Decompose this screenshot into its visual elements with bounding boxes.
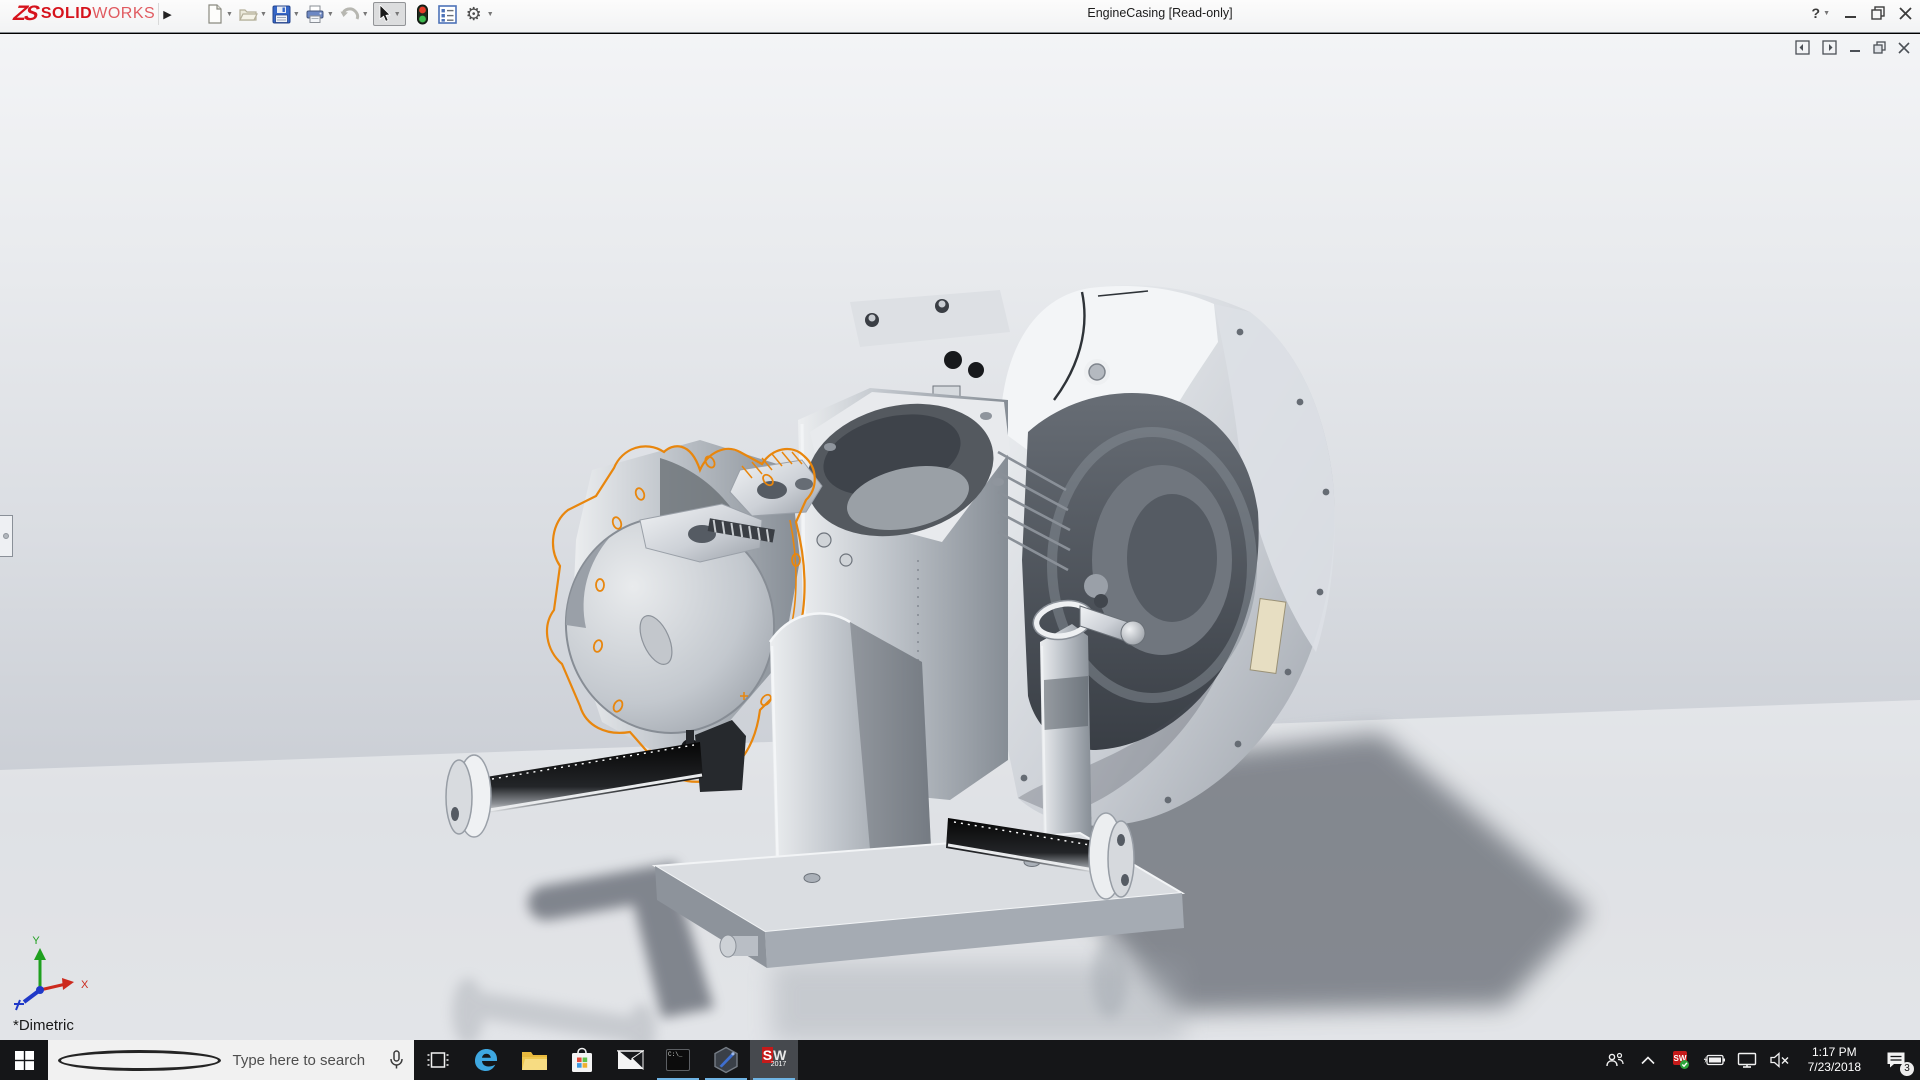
close-icon	[1899, 7, 1912, 20]
taskbar-search-box[interactable]: Type here to search	[48, 1040, 414, 1080]
dropdown-caret-icon[interactable]: ▼	[487, 11, 494, 18]
notification-badge: 3	[1900, 1062, 1914, 1076]
start-button[interactable]	[0, 1040, 48, 1080]
scroll-left-button[interactable]	[1795, 40, 1810, 55]
dropdown-caret-icon[interactable]: ▼	[394, 11, 401, 18]
hexagon-app-icon	[713, 1046, 739, 1074]
featuremanager-collapse-tab[interactable]	[0, 515, 13, 557]
open-button[interactable]: ▼	[237, 2, 268, 26]
dropdown-caret-icon[interactable]: ▼	[362, 11, 369, 18]
doc-minimize-button[interactable]	[1849, 42, 1861, 54]
undo-button[interactable]: ▼	[338, 3, 370, 25]
clock-date: 7/23/2018	[1808, 1060, 1861, 1075]
dropdown-caret-icon[interactable]: ▼	[226, 11, 233, 18]
people-icon[interactable]	[1602, 1040, 1628, 1080]
rebuild-button[interactable]	[415, 2, 430, 27]
restore-button[interactable]	[1871, 6, 1885, 20]
close-button[interactable]	[1899, 7, 1912, 20]
doc-close-button[interactable]	[1898, 42, 1910, 54]
taskbar-app-store[interactable]	[558, 1040, 606, 1080]
edge-icon	[473, 1047, 499, 1073]
doc-restore-button[interactable]	[1873, 41, 1886, 54]
minimize-icon	[1844, 7, 1857, 20]
store-icon	[570, 1047, 594, 1073]
taskbar-app-solidworks[interactable]: SW 2017	[750, 1040, 798, 1080]
file-explorer-icon	[521, 1049, 548, 1071]
tab-grip-dot	[3, 533, 9, 539]
microphone-icon[interactable]	[389, 1050, 404, 1070]
clock-time: 1:17 PM	[1808, 1045, 1861, 1060]
solidworks-logo: ZS SOLID WORKS	[14, 2, 155, 26]
windows-logo-icon	[15, 1051, 34, 1070]
floppy-icon	[272, 5, 291, 24]
tray-chevron-up-icon[interactable]	[1635, 1040, 1661, 1080]
model-canvas[interactable]: Y X	[0, 34, 1920, 1040]
dropdown-caret-icon[interactable]: ▼	[260, 11, 267, 18]
battery-icon[interactable]	[1701, 1040, 1727, 1080]
restore-icon	[1871, 6, 1885, 20]
title-bar: ZS SOLID WORKS ▶ ▼ ▼ ▼	[0, 0, 1920, 33]
taskbar-app-hexagon[interactable]	[702, 1040, 750, 1080]
solidworks-resource-monitor-icon[interactable]: SW	[1668, 1040, 1694, 1080]
print-button[interactable]: ▼	[304, 3, 335, 26]
cursor-icon	[378, 5, 392, 23]
options-button[interactable]: ⚙ ▼	[465, 3, 495, 25]
volume-muted-icon[interactable]	[1767, 1040, 1793, 1080]
windows-taskbar: Type here to search	[0, 1040, 1920, 1080]
task-view-button[interactable]	[414, 1040, 462, 1080]
action-center-button[interactable]: 3	[1876, 1040, 1916, 1080]
brand-solid: SOLID	[41, 5, 92, 23]
file-properties-button[interactable]	[437, 3, 458, 26]
taskbar-app-mail[interactable]	[606, 1040, 654, 1080]
taskbar-app-edge[interactable]	[462, 1040, 510, 1080]
printer-icon	[305, 5, 325, 24]
brand-works: WORKS	[92, 5, 155, 23]
minimize-button[interactable]	[1844, 7, 1857, 20]
solidworks-2017-icon: SW 2017	[762, 1050, 787, 1070]
taskbar-app-command-prompt[interactable]: C:\_	[654, 1040, 702, 1080]
dropdown-caret-icon[interactable]: ▼	[1823, 10, 1830, 17]
ds-logo-mark: ZS	[11, 2, 39, 26]
dropdown-caret-icon[interactable]: ▼	[293, 11, 300, 18]
cortana-icon	[58, 1050, 221, 1071]
undo-arrow-icon	[339, 5, 360, 23]
network-icon[interactable]	[1734, 1040, 1760, 1080]
window-title: EngineCasing [Read-only]	[530, 0, 1790, 27]
folder-icon	[238, 4, 258, 24]
search-placeholder: Type here to search	[233, 1052, 390, 1069]
taskbar-clock[interactable]: 1:17 PM 7/23/2018	[1800, 1045, 1869, 1075]
help-icon: ?	[1812, 5, 1821, 21]
task-view-icon	[427, 1050, 449, 1070]
dropdown-caret-icon[interactable]: ▼	[327, 11, 334, 18]
help-button[interactable]: ? ▼	[1812, 5, 1831, 21]
model-top-plate	[850, 290, 1010, 404]
save-button[interactable]: ▼	[271, 3, 301, 26]
triad-x-label: X	[81, 979, 89, 991]
triad-y-label: Y	[32, 935, 40, 947]
select-tool-button[interactable]: ▼	[373, 2, 406, 26]
new-document-button[interactable]: ▼	[205, 2, 234, 26]
menu-flyout-arrow-icon[interactable]: ▶	[158, 3, 176, 25]
scroll-right-button[interactable]	[1822, 40, 1837, 55]
taskbar-app-file-explorer[interactable]	[510, 1040, 558, 1080]
command-prompt-icon: C:\_	[666, 1049, 690, 1071]
traffic-light-icon	[416, 4, 429, 25]
system-tray: SW 1:17 PM 7/23/2018 3	[1602, 1040, 1920, 1080]
page-icon	[206, 4, 224, 24]
form-icon	[438, 5, 457, 24]
gear-icon: ⚙	[466, 5, 482, 23]
mail-icon	[617, 1050, 644, 1070]
graphics-viewport[interactable]: Y X *Dimetric	[0, 34, 1920, 1040]
document-window-controls	[1795, 40, 1910, 55]
view-orientation-label: *Dimetric	[13, 1017, 74, 1034]
